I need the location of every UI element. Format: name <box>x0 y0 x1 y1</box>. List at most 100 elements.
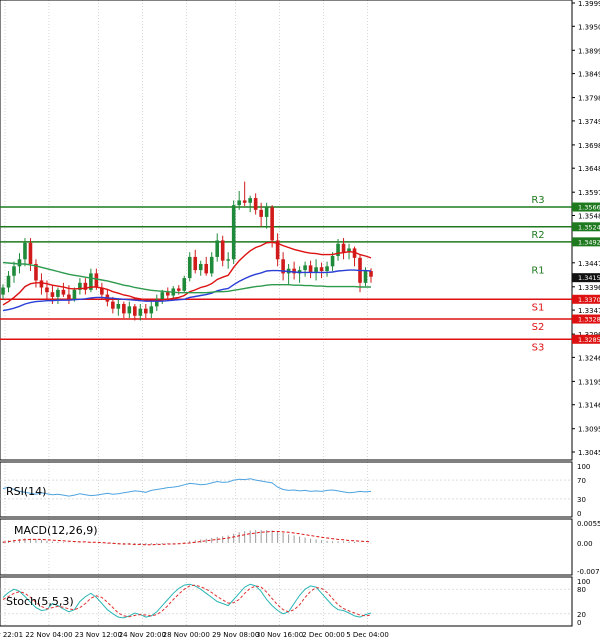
x-tick-label: 24 Nov 20:00 <box>119 631 166 639</box>
x-tick-label: 22 Nov 04:00 <box>25 631 72 639</box>
candle-body <box>144 308 148 314</box>
macd-title: MACD(12,26,9) <box>14 524 98 537</box>
candle-body <box>198 263 203 271</box>
pivot-price-tag-label: 1.34920 <box>578 238 600 246</box>
candle-body <box>127 306 132 314</box>
x-tick-label: 28 Nov 00:00 <box>163 631 210 639</box>
pivot-price-tag-label: 1.33280 <box>578 316 600 324</box>
pivot-level-name: S2 <box>532 322 545 333</box>
stoch-y-tick-label: 100 <box>577 578 590 586</box>
price-y-tick-label: 1.35480 <box>578 212 600 220</box>
candle-body <box>160 292 165 300</box>
candle-body <box>308 265 313 272</box>
candle-body <box>363 271 368 283</box>
candle-body <box>28 242 33 264</box>
candle-body <box>253 198 258 210</box>
candle-body <box>319 267 324 272</box>
rsi-y-tick-label: 100 <box>577 463 590 471</box>
stoch-y-tick-label: 0 <box>577 619 581 627</box>
x-tick-label: 30 Nov 16:00 <box>256 631 303 639</box>
pivot-price-tag-label: 1.34159 <box>578 274 600 282</box>
candle-body <box>1 287 5 295</box>
pivot-level-name: R2 <box>531 230 544 241</box>
candle-body <box>45 287 49 293</box>
pivot-level-name: R1 <box>531 266 544 277</box>
candle-body <box>215 240 220 257</box>
candle-body <box>12 266 16 276</box>
rsi-y-tick-label: 0 <box>577 510 581 518</box>
x-tick-label: 23 Nov 12:00 <box>75 631 122 639</box>
x-tick-label: 5 Dec 04:00 <box>346 631 389 639</box>
x-tick-label: 2 Dec 00:00 <box>302 631 345 639</box>
price-y-tick-label: 1.33470 <box>578 307 600 315</box>
macd-y-tick-label: 0.00558 <box>577 520 600 528</box>
candle-body <box>248 198 252 203</box>
stoch-y-tick-label: 80 <box>577 586 586 594</box>
x-tick-label: 29 Nov 08:00 <box>212 631 259 639</box>
candle-body <box>237 200 241 206</box>
candle-body <box>17 259 22 267</box>
price-y-tick-label: 1.39500 <box>578 23 600 31</box>
x-tick-label: Nov 22:01 <box>0 631 23 639</box>
price-y-tick-label: 1.37985 <box>578 95 600 103</box>
candle-body <box>220 240 225 261</box>
candle-body <box>330 255 335 267</box>
price-y-tick-label: 1.32465 <box>578 354 600 362</box>
candle-body <box>204 263 209 274</box>
candle-body <box>39 280 44 288</box>
candle-body <box>67 294 71 300</box>
price-y-tick-label: 1.31955 <box>578 378 600 386</box>
price-y-tick-label: 1.38495 <box>578 71 600 79</box>
stoch-title: Stoch(5,5,3) <box>6 595 74 608</box>
macd-y-tick-label: -0.00783 <box>577 568 600 576</box>
price-y-tick-label: 1.36980 <box>578 142 600 150</box>
pivot-price-tag-label: 1.35660 <box>578 204 600 212</box>
pivot-price-tag-label: 1.32850 <box>578 336 600 344</box>
candle-body <box>138 308 143 316</box>
price-y-tick-label: 1.35975 <box>578 189 600 197</box>
candle-body <box>165 292 170 296</box>
candle-body <box>193 256 198 271</box>
candle-body <box>6 275 11 288</box>
candle-body <box>61 289 66 295</box>
price-y-tick-label: 1.38990 <box>578 47 600 55</box>
pivot-level-name: R3 <box>531 195 544 206</box>
macd-y-tick-label: 0.00 <box>577 540 593 548</box>
pivot-price-tag-label: 1.33700 <box>578 296 600 304</box>
candle-body <box>259 209 263 217</box>
stoch-y-tick-label: 20 <box>577 611 586 619</box>
candle-body <box>116 303 121 309</box>
price-y-tick-label: 1.33965 <box>578 284 600 292</box>
price-y-tick-label: 1.34475 <box>578 260 600 268</box>
rsi-y-tick-label: 30 <box>577 496 586 504</box>
candle-body <box>94 273 99 288</box>
candle-body <box>270 207 274 241</box>
price-y-tick-label: 1.36485 <box>578 165 600 173</box>
candle-body <box>231 205 236 260</box>
candle-body <box>314 267 318 272</box>
candle-body <box>111 301 115 309</box>
candle-body <box>369 271 373 277</box>
candle-body <box>182 278 187 291</box>
price-y-tick-label: 1.30455 <box>578 449 600 457</box>
candle-body <box>341 243 346 253</box>
rsi-y-tick-label: 70 <box>577 477 586 485</box>
pivot-level-name: S3 <box>532 342 545 353</box>
candle-body <box>325 266 329 272</box>
candle-body <box>56 289 60 297</box>
price-y-tick-label: 1.31460 <box>578 402 600 410</box>
pivot-price-tag-label: 1.35240 <box>578 223 600 231</box>
x-axis: Nov 22:0122 Nov 04:0023 Nov 12:0024 Nov … <box>0 631 389 639</box>
candle-body <box>264 207 269 217</box>
candle-body <box>72 289 77 300</box>
candle-body <box>209 256 214 274</box>
price-y-tick-label: 1.39995 <box>578 0 600 8</box>
pivot-level-name: S1 <box>532 302 545 313</box>
candle-body <box>303 265 307 271</box>
price-y-tick-label: 1.30950 <box>578 426 600 434</box>
candle-body <box>50 292 55 297</box>
candle-body <box>176 288 181 291</box>
rsi-title: RSI(14) <box>6 485 46 498</box>
candle-body <box>226 259 230 261</box>
candle-body <box>242 200 247 203</box>
